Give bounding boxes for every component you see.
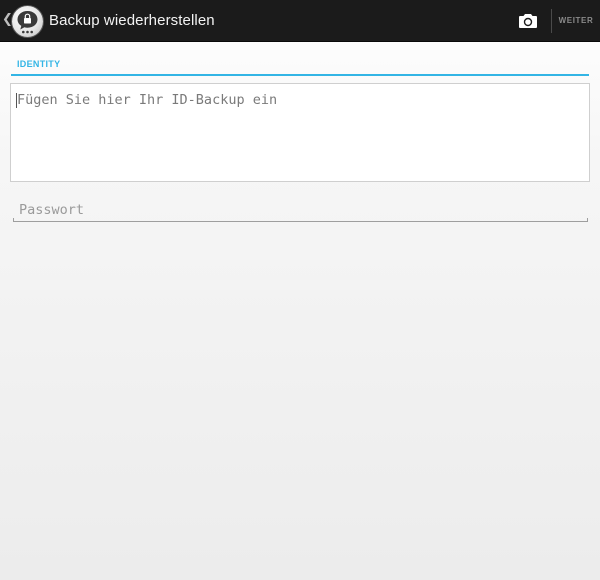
screen-title: Backup wiederherstellen: [49, 12, 215, 29]
scan-qr-camera-button[interactable]: [507, 0, 549, 42]
next-button[interactable]: WEITER: [552, 0, 600, 42]
id-backup-placeholder: Fügen Sie hier Ihr ID-Backup ein: [17, 92, 278, 108]
up-navigation-button[interactable]: ❮: [0, 0, 46, 42]
password-placeholder: Passwort: [19, 202, 85, 218]
app-logo-icon: [12, 6, 43, 37]
password-underline: [13, 218, 588, 222]
identity-section-header: IDENTITY: [17, 59, 61, 69]
password-input[interactable]: Passwort: [13, 199, 588, 222]
section-divider: [11, 74, 589, 76]
action-bar: ❮ Backup wiederherstellen WEITER: [0, 0, 600, 42]
id-backup-input[interactable]: Fügen Sie hier Ihr ID-Backup ein: [10, 83, 590, 182]
camera-icon: [519, 14, 537, 28]
